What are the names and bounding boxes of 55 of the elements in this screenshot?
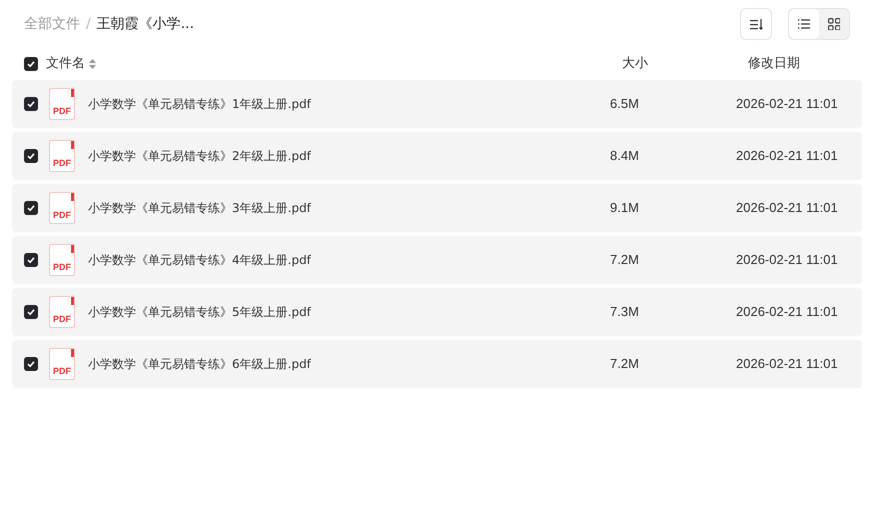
- checkbox[interactable]: [24, 253, 38, 267]
- file-size: 8.4M: [610, 147, 640, 166]
- file-row[interactable]: PDF 小学数学《单元易错专练》4年级上册.pdf 7.2M 2026-02-21 11:01: [12, 236, 862, 284]
- file-type-label: PDF: [53, 367, 71, 376]
- file-type-label: PDF: [53, 107, 71, 116]
- file-name[interactable]: 小学数学《单元易错专练》1年级上册.pdf: [88, 95, 311, 113]
- file-row[interactable]: PDF 小学数学《单元易错专练》5年级上册.pdf 7.3M 2026-02-21 11:01: [12, 288, 862, 336]
- file-size: 9.1M: [610, 199, 640, 218]
- check-icon: [27, 360, 35, 368]
- check-icon: [27, 308, 35, 316]
- file-name[interactable]: 小学数学《单元易错专练》3年级上册.pdf: [88, 199, 311, 217]
- check-icon: [27, 60, 35, 68]
- breadcrumb-item[interactable]: 王朝霞《小学...: [96, 14, 194, 34]
- check-icon: [27, 256, 35, 264]
- list-icon: [798, 19, 810, 29]
- sort-arrows-icon: [89, 59, 96, 69]
- breadcrumb-separator: /: [86, 14, 91, 34]
- file-size: 7.3M: [610, 303, 640, 322]
- file-name[interactable]: 小学数学《单元易错专练》6年级上册.pdf: [88, 355, 311, 373]
- column-header[interactable]: 文件名: [46, 54, 85, 74]
- file-row[interactable]: PDF 小学数学《单元易错专练》2年级上册.pdf 8.4M 2026-02-21 11:01: [12, 132, 862, 180]
- modified-date: 2026-02-21 11:01: [736, 303, 838, 322]
- file-type-label: PDF: [53, 159, 71, 168]
- checkbox[interactable]: [24, 57, 38, 71]
- file-name[interactable]: 小学数学《单元易错专练》5年级上册.pdf: [88, 303, 311, 321]
- modified-date: 2026-02-21 11:01: [736, 199, 838, 218]
- file-type-label: PDF: [53, 263, 71, 272]
- checkbox[interactable]: [24, 305, 38, 319]
- file-name[interactable]: 小学数学《单元易错专练》2年级上册.pdf: [88, 147, 311, 165]
- sort-icon: [750, 18, 762, 30]
- sort-button[interactable]: [740, 8, 772, 40]
- file-size: 6.5M: [610, 95, 640, 114]
- file-size: 7.2M: [610, 355, 640, 374]
- grid-icon: [828, 18, 840, 30]
- check-icon: [27, 152, 35, 160]
- modified-date: 2026-02-21 11:01: [736, 95, 838, 114]
- modified-date: 2026-02-21 11:01: [736, 251, 838, 270]
- column-header[interactable]: 大小: [622, 54, 682, 74]
- file-type-label: PDF: [53, 211, 71, 220]
- check-icon: [27, 204, 35, 212]
- file-row[interactable]: PDF 小学数学《单元易错专练》1年级上册.pdf 6.5M 2026-02-21 11:01: [12, 80, 862, 128]
- column-header[interactable]: 修改日期: [748, 54, 850, 74]
- checkbox[interactable]: [24, 97, 38, 111]
- checkbox[interactable]: [24, 149, 38, 163]
- file-size: 7.2M: [610, 251, 640, 270]
- file-row[interactable]: PDF 小学数学《单元易错专练》3年级上册.pdf 9.1M 2026-02-21 11:01: [12, 184, 862, 232]
- file-type-label: PDF: [53, 315, 71, 324]
- checkbox[interactable]: [24, 357, 38, 371]
- file-row[interactable]: PDF 小学数学《单元易错专练》6年级上册.pdf 7.2M 2026-02-21 11:01: [12, 340, 862, 388]
- file-name[interactable]: 小学数学《单元易错专练》4年级上册.pdf: [88, 251, 311, 269]
- view-button[interactable]: [789, 9, 819, 39]
- modified-date: 2026-02-21 11:01: [736, 355, 838, 374]
- modified-date: 2026-02-21 11:01: [736, 147, 838, 166]
- check-icon: [27, 100, 35, 108]
- checkbox[interactable]: [24, 201, 38, 215]
